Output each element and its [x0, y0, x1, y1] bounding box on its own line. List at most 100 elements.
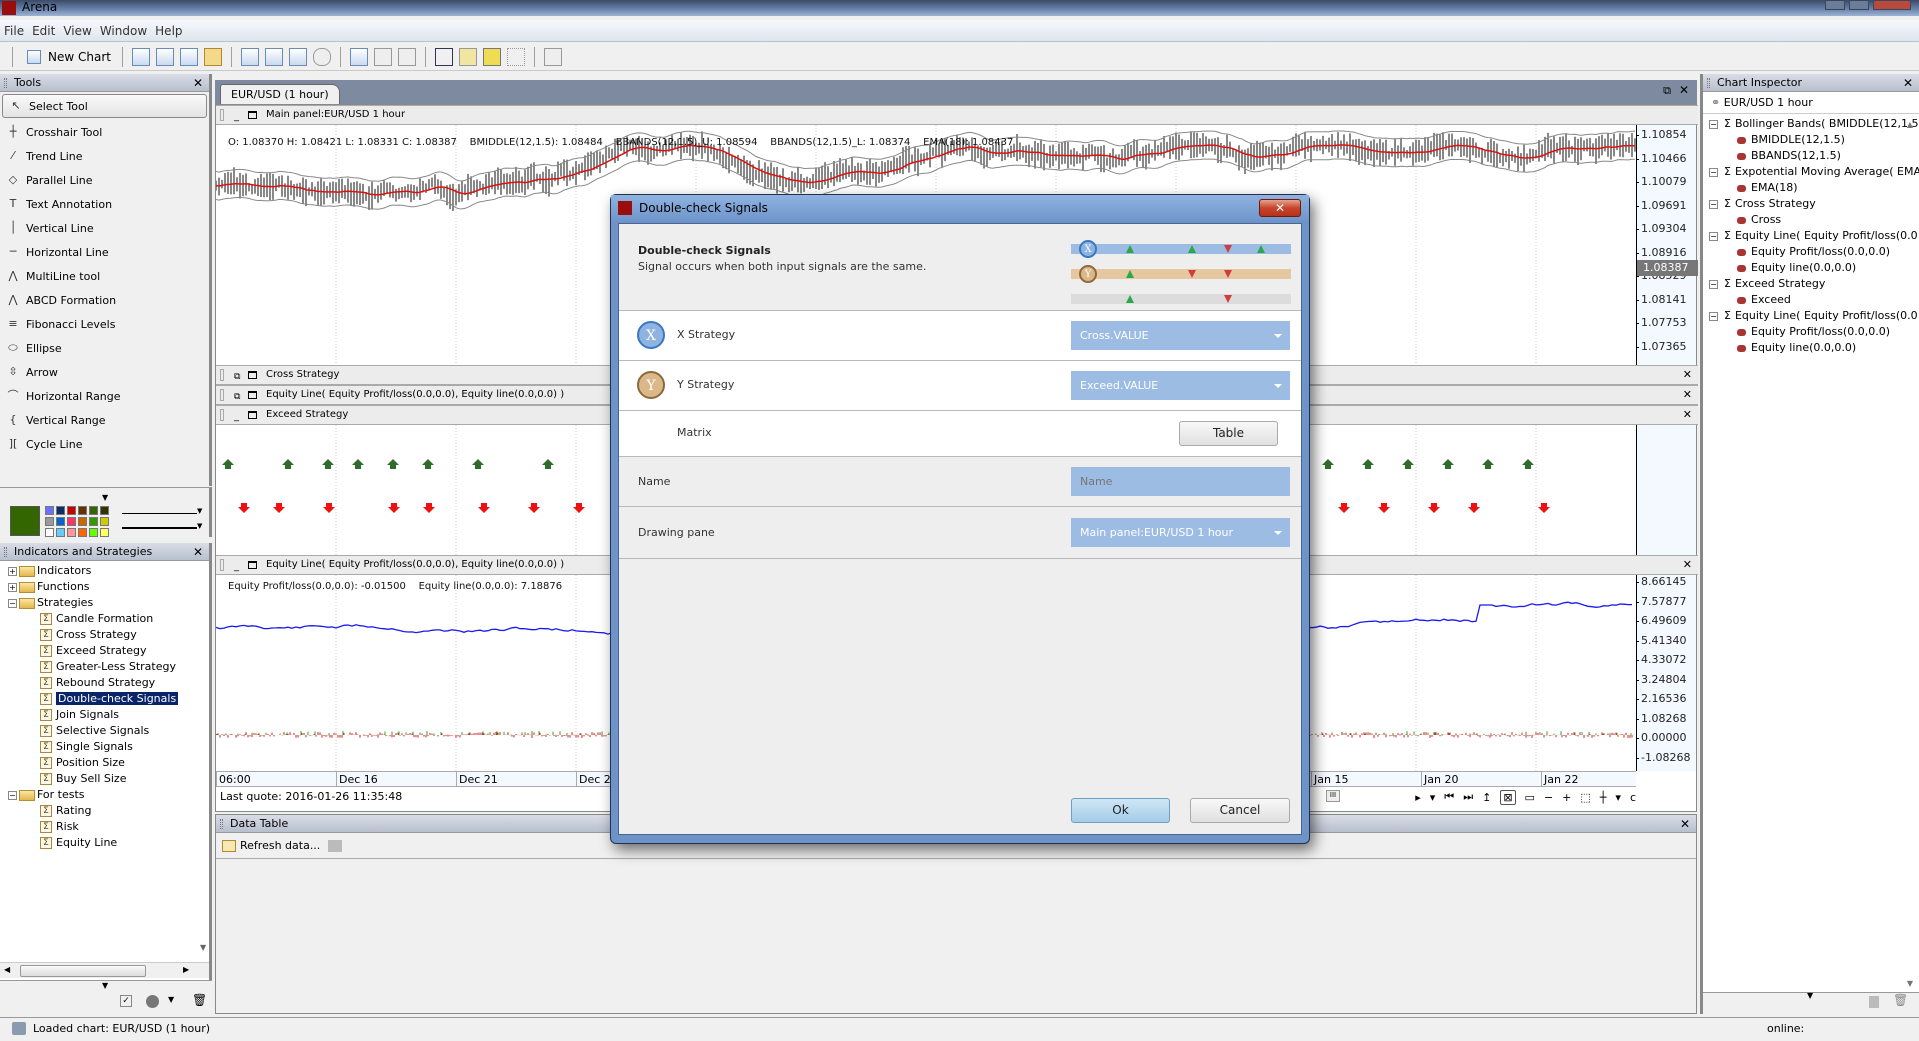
restore-pane-icon[interactable]: ⧉ [234, 388, 240, 406]
color-swatch[interactable] [45, 517, 54, 526]
print-icon[interactable] [397, 47, 416, 66]
save-icon[interactable] [240, 47, 259, 66]
scroll-down-icon[interactable]: ▼ [200, 943, 206, 952]
tree-item[interactable]: Σ Greater-Less Strategy [0, 659, 209, 675]
maximize-pane-icon[interactable] [248, 411, 257, 419]
cancel-button[interactable]: Cancel [1190, 798, 1290, 823]
scroll-up-icon[interactable]: ▲ [1907, 120, 1913, 129]
footer-dropdown-icon[interactable]: ▼ [102, 981, 108, 990]
tool-trend-line[interactable]: ⁄ Trend Line [0, 144, 209, 168]
close-indicators-button[interactable]: ✕ [193, 543, 203, 561]
refresh-icon[interactable]: c [1630, 791, 1636, 804]
inspector-leaf[interactable]: Equity line(0.0,0.0) [1709, 340, 1919, 356]
maximize-pane-icon[interactable] [248, 371, 257, 379]
inspector-node[interactable]: − Σ Equity Line( Equity Profit/loss(0.0 [1709, 308, 1919, 324]
tool-arrow[interactable]: ⇳ Arrow [0, 360, 209, 384]
tool-select-tool[interactable]: ↖ Select Tool [2, 94, 207, 118]
tool-multiline-tool[interactable]: ⋀ MultiLine tool [0, 264, 209, 288]
inspector-leaf[interactable]: BMIDDLE(12,1.5) [1709, 132, 1919, 148]
color-swatch[interactable] [67, 528, 76, 537]
inspector-node[interactable]: − Σ Bollinger Bands( BMIDDLE(12,1.5 [1709, 116, 1919, 132]
chart-scroll-thumb[interactable]: III [1326, 790, 1340, 802]
collapse-icon[interactable]: − [1709, 199, 1718, 209]
jump-icon[interactable]: ↥ [1482, 791, 1491, 804]
edit-table-icon[interactable] [328, 839, 343, 852]
tool-horizontal-line[interactable]: ─ Horizontal Line [0, 240, 209, 264]
color-swatch[interactable] [100, 506, 109, 515]
line-dropdown-icon[interactable]: ▼ [197, 507, 202, 515]
refresh-data-button[interactable]: Refresh data... [240, 839, 320, 852]
tree-folder[interactable]: − Strategies [0, 595, 209, 611]
tree-item[interactable]: Σ Double-check Signals [0, 691, 209, 707]
tool-fibonacci-levels[interactable]: ≡ Fibonacci Levels [0, 312, 209, 336]
inspector-leaf[interactable]: Equity Profit/loss(0.0,0.0) [1709, 244, 1919, 260]
scroll-left-icon[interactable]: ◀ [4, 965, 10, 974]
tree-folder[interactable]: + Indicators [0, 563, 209, 579]
tab-eurusd[interactable]: EUR/USD (1 hour) [220, 84, 340, 104]
color-swatch[interactable] [67, 517, 76, 526]
maximize-button[interactable] [1849, 0, 1869, 10]
color-swatch[interactable] [56, 506, 65, 515]
drawing-pane-select[interactable]: Main panel:EUR/USD 1 hour [1071, 518, 1290, 547]
minimize-button[interactable] [1825, 0, 1845, 10]
table-button[interactable]: Table [1179, 421, 1278, 446]
cloud-icon[interactable] [312, 47, 331, 66]
strategy-icon[interactable] [458, 47, 477, 66]
indicator-list-icon[interactable] [506, 47, 525, 66]
menu-edit[interactable]: Edit [28, 20, 59, 42]
inspector-leaf[interactable]: Cross [1709, 212, 1919, 228]
tree-item[interactable]: Σ Position Size [0, 755, 209, 771]
collapse-icon[interactable]: − [1709, 119, 1718, 129]
close-tools-button[interactable]: ✕ [193, 74, 203, 92]
tree-item[interactable]: Σ Candle Formation [0, 611, 209, 627]
frame-icon[interactable]: ▭ [1525, 791, 1535, 804]
color-swatch[interactable] [45, 528, 54, 537]
palette-dropdown-icon[interactable]: ▼ [102, 493, 108, 502]
maximize-pane-icon[interactable] [248, 111, 257, 119]
restore-icon[interactable]: ⧉ [1663, 84, 1671, 98]
inspector-leaf[interactable]: EMA(18) [1709, 180, 1919, 196]
load-chart-icon[interactable] [155, 47, 174, 66]
footer-dropdown-icon[interactable]: ▼ [1807, 991, 1813, 1000]
save-as-icon[interactable] [264, 47, 283, 66]
collapse-icon[interactable]: − [1709, 279, 1718, 289]
properties-icon[interactable] [1869, 996, 1879, 1008]
name-input[interactable] [1071, 467, 1290, 496]
close-inspector-button[interactable]: ✕ [1903, 74, 1913, 92]
y-strategy-select[interactable]: Exceed.VALUE [1071, 371, 1290, 400]
close-pane-button[interactable]: ✕ [1683, 406, 1692, 424]
collapse-icon[interactable]: − [1709, 167, 1718, 177]
close-window-button[interactable] [1873, 0, 1911, 10]
inspector-leaf[interactable]: Exceed [1709, 292, 1919, 308]
dialog-close-button[interactable]: ✕ [1259, 199, 1301, 217]
pane-grip-icon[interactable] [220, 109, 224, 121]
tool-vertical-line[interactable]: │ Vertical Line [0, 216, 209, 240]
scroll-right-icon[interactable]: ▶ [183, 965, 189, 974]
copy-icon[interactable] [373, 47, 392, 66]
restore-pane-icon[interactable]: ⧉ [234, 368, 240, 386]
close-pane-button[interactable]: ✕ [1683, 366, 1692, 384]
menu-view[interactable]: View [59, 20, 95, 42]
drag-grip-icon[interactable] [4, 547, 7, 557]
drag-grip-icon[interactable] [220, 819, 223, 829]
save-template-icon[interactable] [288, 47, 307, 66]
color-swatch[interactable] [67, 506, 76, 515]
pane-grip-icon[interactable] [220, 559, 224, 571]
zoom-out-icon[interactable]: − [1544, 791, 1553, 804]
collapse-icon[interactable]: − [8, 598, 17, 608]
globe-dropdown-icon[interactable]: ▼ [168, 995, 174, 1004]
table-icon[interactable] [543, 47, 562, 66]
inspector-node[interactable]: − Σ Equity Line( Equity Profit/loss(0.0 [1709, 228, 1919, 244]
tree-item[interactable]: Σ Buy Sell Size [0, 771, 209, 787]
last-icon[interactable]: ⏭ [1463, 790, 1473, 804]
ok-button[interactable]: Ok [1071, 798, 1170, 823]
tree-folder[interactable]: − For tests [0, 787, 209, 803]
tool-cycle-line[interactable]: ][Cycle Line [0, 432, 209, 456]
pane-grip-icon[interactable] [220, 409, 224, 421]
line-dropdown-icon[interactable]: ▼ [197, 522, 202, 530]
first-icon[interactable]: ⏮ [1444, 790, 1454, 804]
inspector-root[interactable]: ⚭ EUR/USD 1 hour [1703, 92, 1919, 114]
color-swatch[interactable] [78, 528, 87, 537]
horizontal-scrollbar[interactable]: ◀ ▶ ▼ [0, 943, 209, 978]
expand-icon[interactable]: + [8, 582, 17, 592]
